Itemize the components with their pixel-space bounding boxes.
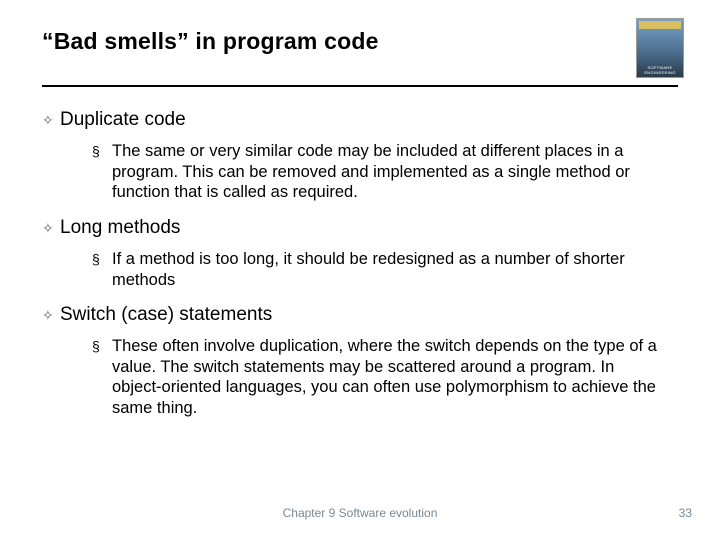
slide-title: “Bad smells” in program code [42,28,678,55]
bullet-level-2: If a method is too long, it should be re… [42,249,670,290]
book-cover-label: SOFTWARE ENGINEERING [639,65,681,75]
section-long-methods: Long methods If a method is too long, it… [42,217,670,290]
bullet-level-1: Duplicate code [42,109,670,131]
body-text-content: The same or very similar code may be inc… [112,142,630,201]
footer-page-number: 33 [679,506,692,520]
section-heading: Long methods [60,217,180,239]
body-text-content: These often involve duplication, where t… [112,337,657,417]
footer-chapter: Chapter 9 Software evolution [0,506,720,520]
bullet-level-2: These often involve duplication, where t… [42,336,670,419]
section-heading: Switch (case) statements [60,304,272,326]
section-body: The same or very similar code may be inc… [112,141,670,203]
bullet-level-1: Switch (case) statements [42,304,670,326]
body-text-content: If a method is too long, it should be re… [112,250,625,289]
section-heading: Duplicate code [60,109,186,131]
slide-header: “Bad smells” in program code SOFTWARE EN… [42,28,678,87]
section-body: These often involve duplication, where t… [112,336,670,419]
diamond-bullet-icon [42,304,60,326]
square-bullet-icon [92,141,112,164]
book-cover-image: SOFTWARE ENGINEERING [636,18,684,78]
section-switch-statements: Switch (case) statements These often inv… [42,304,670,419]
bullet-level-2: The same or very similar code may be inc… [42,141,670,203]
bullet-level-1: Long methods [42,217,670,239]
diamond-bullet-icon [42,109,60,131]
slide: “Bad smells” in program code SOFTWARE EN… [0,0,720,540]
section-duplicate-code: Duplicate code The same or very similar … [42,109,670,203]
square-bullet-icon [92,249,112,272]
slide-content: Duplicate code The same or very similar … [42,109,678,419]
square-bullet-icon [92,336,112,359]
diamond-bullet-icon [42,217,60,239]
section-body: If a method is too long, it should be re… [112,249,670,290]
